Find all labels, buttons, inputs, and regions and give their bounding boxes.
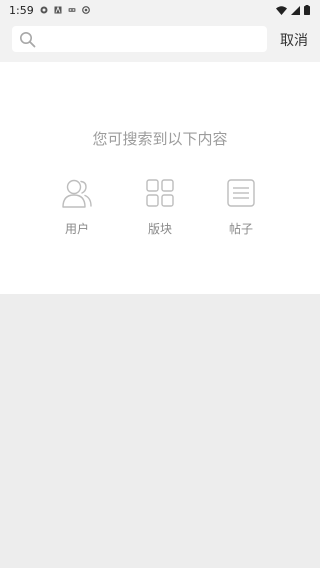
- category-post-label: 帖子: [228, 222, 253, 236]
- search-header: 取消: [0, 20, 320, 62]
- category-board[interactable]: 版块: [130, 178, 190, 237]
- cancel-button[interactable]: 取消: [280, 30, 308, 50]
- status-notification-icons: [40, 6, 96, 14]
- search-category-list: 用户 版块 帖子: [0, 178, 320, 258]
- search-hint-text: 您可搜索到以下内容: [92, 130, 228, 148]
- notification-app-icon: [40, 6, 48, 14]
- status-bar: 1:59: [0, 0, 320, 20]
- category-user-label: 用户: [64, 222, 89, 236]
- grid-icon: [130, 178, 190, 208]
- battery-icon: [304, 5, 310, 15]
- category-board-label: 版块: [147, 222, 172, 236]
- category-post[interactable]: 帖子: [211, 178, 271, 237]
- wifi-icon: [276, 5, 287, 15]
- signal-icon: [291, 5, 300, 15]
- category-user[interactable]: 用户: [47, 178, 107, 237]
- notification-at-icon: [81, 6, 90, 14]
- search-input[interactable]: [42, 26, 256, 52]
- notification-a-icon: [54, 6, 62, 14]
- search-icon: [12, 31, 42, 48]
- search-box[interactable]: [12, 26, 267, 52]
- post-icon: [211, 178, 271, 208]
- notification-dots-icon: [68, 8, 76, 12]
- user-icon: [47, 178, 107, 208]
- status-time: 1:59: [9, 3, 34, 17]
- status-system-icons: [272, 5, 310, 15]
- search-hint-panel: 您可搜索到以下内容 用户 版块 帖子: [0, 62, 320, 294]
